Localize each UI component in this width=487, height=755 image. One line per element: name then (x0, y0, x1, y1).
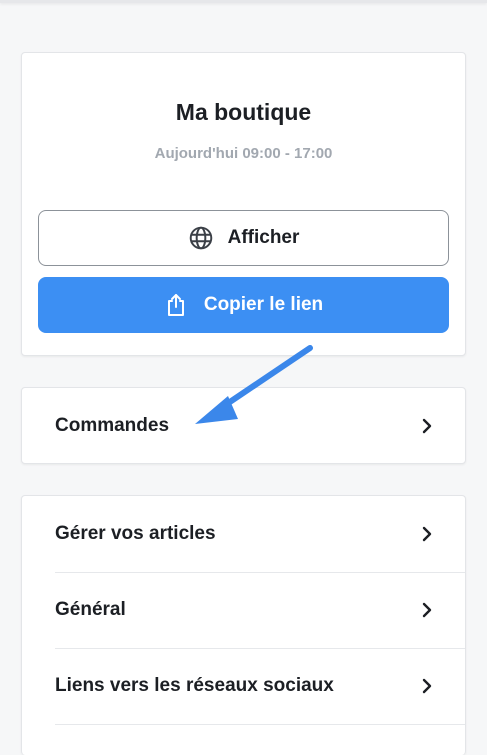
chevron-right-icon (421, 526, 433, 542)
share-icon (164, 292, 190, 318)
top-bar (0, 0, 487, 3)
chevron-right-icon (421, 602, 433, 618)
settings-item-social-links[interactable]: Liens vers les réseaux sociaux (22, 648, 465, 724)
view-shop-button[interactable]: Afficher (38, 210, 449, 266)
orders-card: Commandes (21, 387, 466, 464)
orders-label: Commandes (55, 415, 170, 436)
globe-icon (188, 225, 214, 251)
divider (55, 724, 465, 725)
settings-item-label: Général (55, 599, 126, 620)
copy-link-button[interactable]: Copier le lien (38, 277, 449, 333)
shop-title: Ma boutique (175, 99, 312, 125)
settings-item-manage-articles[interactable]: Gérer vos articles (22, 496, 465, 572)
shop-hours: Aujourd'hui 09:00 - 17:00 (154, 145, 333, 162)
settings-card: Gérer vos articles Général Liens vers le… (21, 495, 466, 755)
shop-card: Ma boutique Aujourd'hui 09:00 - 17:00 Af… (21, 52, 466, 356)
chevron-right-icon (421, 418, 433, 434)
copy-link-label: Copier le lien (203, 294, 324, 315)
settings-item-label: Gérer vos articles (55, 523, 216, 544)
settings-item-label: Liens vers les réseaux sociaux (55, 675, 334, 696)
settings-item-general[interactable]: Général (22, 572, 465, 648)
view-shop-label: Afficher (227, 227, 300, 248)
orders-row[interactable]: Commandes (22, 388, 465, 464)
chevron-right-icon (421, 678, 433, 694)
